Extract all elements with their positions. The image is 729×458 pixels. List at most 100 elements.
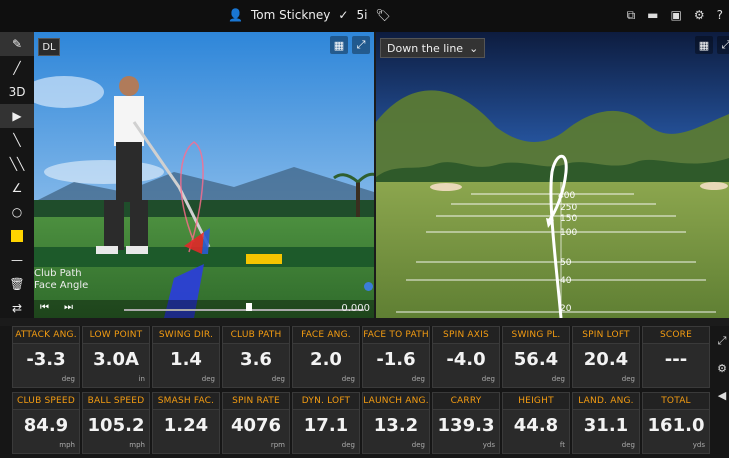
help-icon[interactable]: ? bbox=[717, 8, 723, 23]
double-line-icon[interactable]: ╲╲ bbox=[0, 152, 34, 176]
metric-carry[interactable]: CARRY 139.3 yds bbox=[432, 392, 500, 454]
grid-icon[interactable]: ▦ bbox=[330, 36, 348, 54]
metric-unit: deg bbox=[621, 375, 635, 383]
cursor-icon[interactable]: ▶ bbox=[0, 104, 34, 128]
share-icon[interactable]: ⇄ bbox=[0, 296, 34, 320]
metric-landing-angle[interactable]: LAND. ANG. 31.1 deg bbox=[572, 392, 640, 454]
metrics-side-icons: ⤢ ⚙ ◀ bbox=[715, 334, 729, 404]
metric-label: SCORE bbox=[643, 327, 709, 344]
distance-label-150: 150 bbox=[560, 214, 578, 224]
club-name: 5i bbox=[356, 8, 368, 22]
metric-unit: rpm bbox=[270, 441, 285, 449]
metrics-panel: ATTACK ANG. -3.3 deg LOW POINT 3.0A in SWING… bbox=[0, 326, 729, 458]
metric-unit: yds bbox=[482, 441, 495, 449]
metric-unit: mph bbox=[59, 441, 75, 449]
metric-club-path[interactable]: CLUB PATH 3.6 deg bbox=[222, 326, 290, 388]
metric-value: 17.1 bbox=[303, 415, 349, 436]
time-readout: 0.000 bbox=[341, 303, 370, 314]
face-angle-label: Face Angle bbox=[34, 280, 89, 291]
pen-icon[interactable]: ✎ bbox=[0, 32, 34, 56]
grid-icon-right[interactable]: ▦ bbox=[695, 36, 713, 54]
audio-icon[interactable]: ◀ bbox=[718, 389, 726, 402]
metric-spin-axis[interactable]: SPIN AXIS -4.0 deg bbox=[432, 326, 500, 388]
minus-icon[interactable]: — bbox=[0, 248, 34, 272]
video-controls: ⏮ ⏭ 0.000 bbox=[34, 300, 374, 318]
timeline-thumb[interactable] bbox=[246, 303, 252, 311]
prev-icon[interactable]: ⏮ bbox=[40, 302, 49, 313]
timeline-track[interactable] bbox=[124, 309, 364, 311]
metric-score[interactable]: SCORE --- bbox=[642, 326, 710, 388]
view-dropdown[interactable]: Down the line ⌄ bbox=[380, 38, 486, 58]
metric-value: 2.0 bbox=[310, 349, 342, 370]
metric-label: BALL SPEED bbox=[83, 393, 149, 410]
metric-value: -4.0 bbox=[446, 349, 486, 370]
metric-spin-rate[interactable]: SPIN RATE 4076 rpm bbox=[222, 392, 290, 454]
camera-settings-icon[interactable]: ⧉ bbox=[627, 8, 636, 23]
metric-value: 56.4 bbox=[513, 349, 559, 370]
expand-metrics-icon[interactable]: ⤢ bbox=[718, 334, 727, 348]
metric-label: LAUNCH ANG. bbox=[363, 393, 429, 410]
trash-icon[interactable]: 🗑 bbox=[0, 272, 34, 296]
expand-icon-right[interactable]: ⤢ bbox=[717, 36, 729, 54]
metric-attack-angle[interactable]: ATTACK ANG. -3.3 deg bbox=[12, 326, 80, 388]
metric-label: LAND. ANG. bbox=[573, 393, 639, 410]
distance-label-50: 50 bbox=[560, 258, 572, 268]
metric-value: 1.4 bbox=[170, 349, 202, 370]
metric-value: -1.6 bbox=[376, 349, 416, 370]
angle-icon[interactable]: ∠ bbox=[0, 176, 34, 200]
metric-value: 105.2 bbox=[87, 415, 145, 436]
metrics-row-2: CLUB SPEED 84.9 mph BALL SPEED 105.2 mph SMA… bbox=[12, 392, 714, 454]
metric-label: CLUB SPEED bbox=[13, 393, 79, 410]
metric-unit: ft bbox=[559, 441, 565, 449]
view-dropdown-value: Down the line bbox=[387, 41, 464, 55]
metric-swing-direction[interactable]: SWING DIR. 1.4 deg bbox=[152, 326, 220, 388]
metric-ball-speed[interactable]: BALL SPEED 105.2 mph bbox=[82, 392, 150, 454]
next-icon[interactable]: ⏭ bbox=[64, 302, 73, 313]
metric-value: 4076 bbox=[230, 415, 282, 436]
metric-unit: yds bbox=[692, 441, 705, 449]
metric-value: --- bbox=[664, 349, 688, 370]
metric-dynamic-loft[interactable]: DYN. LOFT 17.1 deg bbox=[292, 392, 360, 454]
metric-total[interactable]: TOTAL 161.0 yds bbox=[642, 392, 710, 454]
mode-badge[interactable]: DL bbox=[38, 38, 60, 56]
trajectory-view[interactable] bbox=[376, 32, 729, 318]
circle-icon[interactable]: ○ bbox=[0, 200, 34, 224]
metric-spin-loft[interactable]: SPIN LOFT 20.4 deg bbox=[572, 326, 640, 388]
line-icon-2[interactable]: ╲ bbox=[0, 128, 34, 152]
settings-metrics-icon[interactable]: ⚙ bbox=[717, 362, 727, 375]
metric-smash-factor[interactable]: SMASH FAC. 1.24 bbox=[152, 392, 220, 454]
metric-face-angle[interactable]: FACE ANG. 2.0 deg bbox=[292, 326, 360, 388]
top-right-icons: ⧉ ▬ ▣ ⚙ ? bbox=[627, 8, 723, 23]
metric-unit: deg bbox=[621, 441, 635, 449]
metric-unit: deg bbox=[411, 441, 425, 449]
metric-label: SWING DIR. bbox=[153, 327, 219, 344]
metric-label: TOTAL bbox=[643, 393, 709, 410]
metric-unit: deg bbox=[551, 375, 565, 383]
metric-label: LOW POINT bbox=[83, 327, 149, 344]
screen-icon[interactable]: ▣ bbox=[671, 8, 682, 23]
metric-height[interactable]: HEIGHT 44.8 ft bbox=[502, 392, 570, 454]
metric-label: FACE TO PATH bbox=[363, 327, 429, 344]
metric-label: SPIN AXIS bbox=[433, 327, 499, 344]
top-bar: 👤 Tom Stickney ✓ 5i 🏷 ⧉ ▬ ▣ ⚙ ? bbox=[0, 0, 729, 32]
metric-swing-plane[interactable]: SWING PL. 56.4 deg bbox=[502, 326, 570, 388]
metric-launch-angle[interactable]: LAUNCH ANG. 13.2 deg bbox=[362, 392, 430, 454]
gear-icon[interactable]: ⚙ bbox=[694, 8, 705, 23]
metric-value: 31.1 bbox=[583, 415, 629, 436]
metric-low-point[interactable]: LOW POINT 3.0A in bbox=[82, 326, 150, 388]
club-icon: ✓ bbox=[338, 8, 349, 22]
line-icon[interactable]: ╱ bbox=[0, 56, 34, 80]
metric-club-speed[interactable]: CLUB SPEED 84.9 mph bbox=[12, 392, 80, 454]
metric-value: 161.0 bbox=[647, 415, 705, 436]
projector-icon[interactable]: ▬ bbox=[647, 8, 658, 23]
metric-label: FACE ANG. bbox=[293, 327, 359, 344]
color-swatch[interactable] bbox=[0, 224, 34, 248]
expand-icon[interactable]: ⤢ bbox=[352, 36, 370, 54]
metric-face-to-path[interactable]: FACE TO PATH -1.6 deg bbox=[362, 326, 430, 388]
distance-label-20: 20 bbox=[560, 304, 572, 314]
info-icon[interactable] bbox=[364, 282, 373, 291]
toolbar-3d[interactable]: 3D bbox=[0, 80, 34, 104]
metric-unit: in bbox=[138, 375, 145, 383]
metrics-grid: ATTACK ANG. -3.3 deg LOW POINT 3.0A in SWING… bbox=[12, 326, 714, 458]
club-path-label: Club Path bbox=[34, 268, 82, 279]
